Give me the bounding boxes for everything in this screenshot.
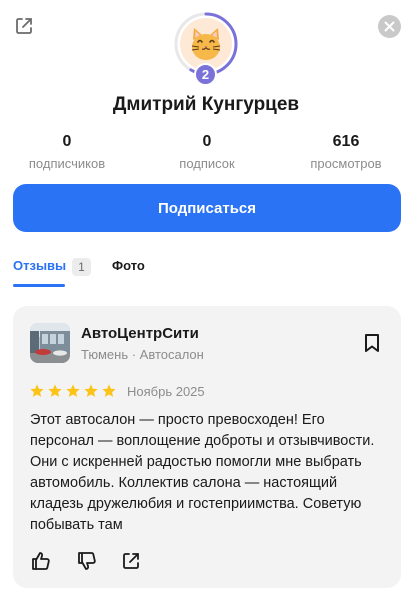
organization-photo[interactable] [30, 323, 70, 363]
star-icon [66, 384, 80, 397]
review-date: Ноябрь 2025 [127, 383, 205, 399]
review-card: АвтоЦентрСити Тюмень · Автосалон Ноябрь … [13, 306, 401, 588]
cat-emoji-icon [191, 28, 221, 60]
profile-avatar[interactable]: 2 [174, 12, 238, 86]
rating-stars [29, 383, 119, 399]
bookmark-icon[interactable] [363, 333, 381, 353]
organization-meta: Тюмень · Автосалон [81, 347, 204, 362]
like-icon[interactable] [30, 550, 52, 572]
share-icon[interactable] [120, 550, 142, 572]
level-badge: 2 [194, 63, 217, 86]
review-actions [30, 550, 230, 574]
star-icon [84, 384, 98, 397]
tab-count-badge: 1 [72, 258, 91, 276]
stat-value: 0 [202, 133, 212, 150]
profile-tabs: Отзывы 1 Фото [13, 258, 401, 288]
active-tab-indicator [13, 284, 65, 287]
star-icon [48, 384, 62, 397]
stat-label: подписок [179, 156, 235, 171]
tab-photos[interactable]: Фото [112, 258, 145, 288]
close-icon [384, 21, 395, 32]
stat-value: 0 [62, 133, 72, 150]
stat-label: просмотров [310, 156, 382, 171]
tab-label: Отзывы [13, 258, 67, 273]
star-icon [30, 384, 44, 397]
review-rating: Ноябрь 2025 [29, 382, 205, 400]
stat-views: 616 просмотров [291, 133, 401, 171]
tab-label: Фото [112, 258, 145, 273]
subscribe-button[interactable]: Подписаться [13, 184, 401, 232]
dislike-icon[interactable] [76, 550, 98, 572]
profile-name: Дмитрий Кунгурцев [112, 94, 300, 115]
stat-label: подписчиков [28, 156, 106, 171]
profile-stats: 0 подписчиков 0 подписок 616 просмотров [0, 133, 412, 173]
star-icon [102, 384, 116, 397]
share-profile-icon[interactable] [13, 15, 35, 37]
stat-following[interactable]: 0 подписок [152, 133, 262, 171]
stat-followers[interactable]: 0 подписчиков [12, 133, 122, 171]
review-text: Этот автосалон — просто превосходен! Его… [30, 412, 375, 533]
close-button[interactable] [378, 15, 401, 38]
organization-name[interactable]: АвтоЦентрСити [81, 325, 199, 342]
stat-value: 616 [332, 133, 360, 150]
